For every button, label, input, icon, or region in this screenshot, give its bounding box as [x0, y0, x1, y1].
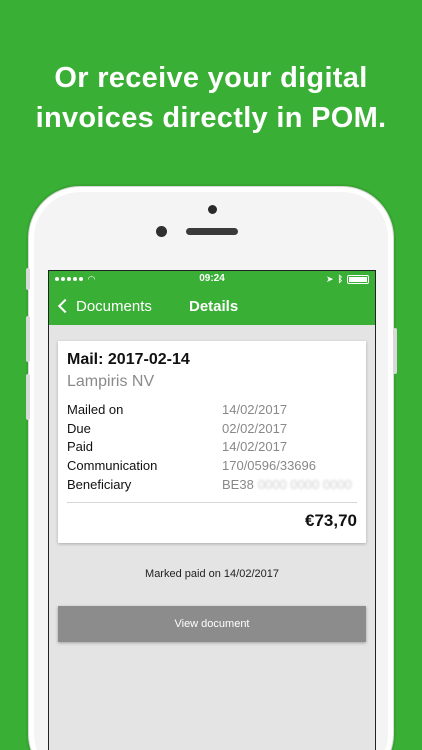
field-label: Paid [67, 439, 94, 455]
field-row-due: Due 02/02/2017 [67, 420, 357, 439]
front-camera [156, 226, 167, 237]
document-card: Mail: 2017-02-14 Lampiris NV Mailed on 1… [58, 341, 366, 543]
back-button-label: Documents [76, 297, 152, 315]
document-title: Mail: 2017-02-14 [67, 351, 190, 368]
rear-camera-dot [208, 205, 217, 214]
field-row-communication: Communication 170/0596/33696 [67, 457, 357, 476]
field-value: 14/02/2017 [222, 439, 288, 455]
field-label: Due [67, 420, 91, 436]
status-bar: ◠ 09:24 ➤ ᛒ [49, 271, 375, 287]
headline-line-2: invoices directly in POM. [35, 102, 387, 134]
app-screen: ◠ 09:24 ➤ ᛒ Documents Details Mail: 2017… [48, 270, 376, 750]
phone-silent-switch [26, 268, 30, 290]
headline-line-1: Or receive your digital [54, 62, 368, 94]
iban-blurred: 0000 0000 0000 [257, 476, 352, 492]
document-amount: €73,70 [305, 510, 357, 530]
battery-icon [347, 274, 369, 284]
phone-power-button [393, 328, 397, 374]
phone-volume-up [26, 316, 30, 362]
field-value: BE38 0000 0000 0000 [222, 476, 352, 495]
card-divider [67, 501, 357, 503]
field-label: Communication [67, 458, 158, 474]
view-document-button[interactable]: View document [58, 606, 366, 642]
back-button[interactable]: Documents [49, 298, 152, 315]
navigation-bar: Documents Details [49, 287, 375, 325]
field-row-mailed-on: Mailed on 14/02/2017 [67, 401, 357, 420]
status-time: 09:24 [199, 273, 225, 284]
earpiece-speaker [186, 228, 238, 235]
field-value: 170/0596/33696 [222, 458, 316, 474]
marketing-headline: Or receive your digital invoices directl… [0, 58, 422, 138]
field-value: 14/02/2017 [222, 402, 288, 417]
field-row-paid: Paid 14/02/2017 [67, 438, 357, 457]
field-row-beneficiary: Beneficiary BE38 0000 0000 0000 [67, 476, 357, 495]
iban-prefix: BE38 [222, 476, 254, 492]
field-value: 02/02/2017 [222, 420, 288, 436]
nav-title: Details [189, 297, 239, 315]
document-issuer: Lampiris NV [67, 373, 155, 390]
field-label: Mailed on [67, 402, 124, 417]
chevron-left-icon [57, 298, 73, 314]
document-fields: Mailed on 14/02/2017 Due 02/02/2017 Paid… [67, 401, 357, 495]
paid-status-note: Marked paid on 14/02/2017 [145, 568, 279, 580]
phone-volume-down [26, 374, 30, 420]
field-label: Beneficiary [67, 476, 132, 492]
